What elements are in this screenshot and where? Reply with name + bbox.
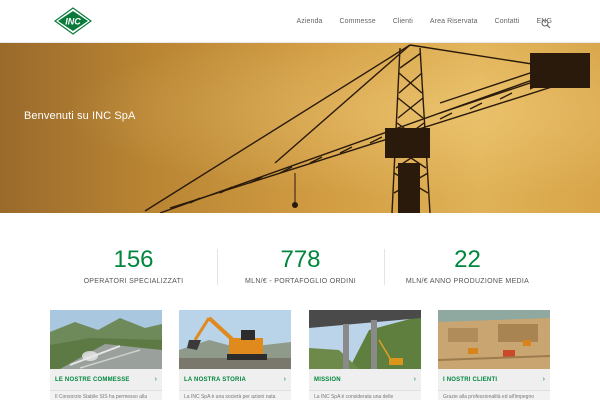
hero-banner: Benvenuti su INC SpA	[0, 43, 600, 213]
card-bar: I NOSTRI CLIENTI ›	[438, 369, 550, 391]
crane-silhouette	[144, 44, 591, 213]
hero-title: Benvenuti su INC SpA	[24, 110, 136, 122]
nav-item-area-riservata[interactable]: Area Riservata	[430, 18, 478, 25]
excavator-image	[179, 310, 291, 369]
card-storia[interactable]: LA NOSTRA STORIA › La INC SpA è una soci…	[179, 310, 291, 400]
stat-label: OPERATORI SPECIALIZZATI	[83, 278, 184, 285]
stat-value: 778	[280, 246, 321, 273]
card-mission[interactable]: MISSION › La INC SpA è considerata una d…	[309, 310, 421, 400]
nav-item-commesse[interactable]: Commesse	[340, 18, 376, 25]
nav-item-clienti[interactable]: Clienti	[393, 18, 413, 25]
card-title: I NOSTRI CLIENTI	[443, 376, 498, 383]
stat-label: MLN/€ ANNO PRODUZIONE MEDIA	[405, 278, 530, 285]
chevron-right-icon[interactable]: ›	[155, 376, 157, 383]
stat-value: 22	[454, 246, 481, 273]
search-icon[interactable]	[541, 16, 551, 29]
nav-item-contatti[interactable]: Contatti	[495, 18, 520, 25]
stat-production: 22 MLN/€ ANNO PRODUZIONE MEDIA	[384, 245, 551, 285]
card-bar: LA NOSTRA STORIA ›	[179, 369, 291, 391]
card-title: LA NOSTRA STORIA	[184, 376, 246, 383]
stats-section: 156 OPERATORI SPECIALIZZATI 778 MLN/€ - …	[50, 245, 550, 290]
card-bar: MISSION ›	[309, 369, 421, 391]
card-title: MISSION	[314, 376, 341, 383]
card-commesse[interactable]: LE NOSTRE COMMESSE › Il Consorzio Stabil…	[50, 310, 162, 400]
chevron-right-icon[interactable]: ›	[284, 376, 286, 383]
card-clienti[interactable]: I NOSTRI CLIENTI › Grazie alla professio…	[438, 310, 550, 400]
card-excerpt: La INC SpA è una società per azioni nata	[184, 394, 276, 400]
chevron-right-icon[interactable]: ›	[414, 376, 416, 383]
logo-text: INC	[65, 17, 81, 27]
card-bar: LE NOSTRE COMMESSE ›	[50, 369, 162, 391]
stat-portfolio: 778 MLN/€ - PORTAFOGLIO ORDINI	[217, 245, 384, 285]
card-title: LE NOSTRE COMMESSE	[55, 376, 130, 383]
cards-section: LE NOSTRE COMMESSE › Il Consorzio Stabil…	[50, 310, 550, 400]
chevron-right-icon[interactable]: ›	[543, 376, 545, 383]
main-nav: Azienda Commesse Clienti Area Riservata …	[280, 0, 552, 43]
bridge-image	[309, 310, 421, 369]
card-excerpt: Grazie alla professionalità ed all'impeg…	[443, 394, 535, 400]
card-excerpt: Il Consorzio Stabile SIS ha permesso all…	[55, 394, 147, 400]
card-excerpt: La INC SpA è considerata una delle	[314, 394, 394, 400]
site-header: INC Azienda Commesse Clienti Area Riserv…	[0, 0, 600, 43]
stat-label: MLN/€ - PORTAFOGLIO ORDINI	[245, 278, 356, 285]
construction-site-image	[438, 310, 550, 369]
viaduct-image	[50, 310, 162, 369]
stat-value: 156	[113, 246, 154, 273]
inc-logo[interactable]: INC	[53, 7, 93, 35]
nav-item-azienda[interactable]: Azienda	[297, 18, 323, 25]
stat-operators: 156 OPERATORI SPECIALIZZATI	[50, 245, 217, 285]
